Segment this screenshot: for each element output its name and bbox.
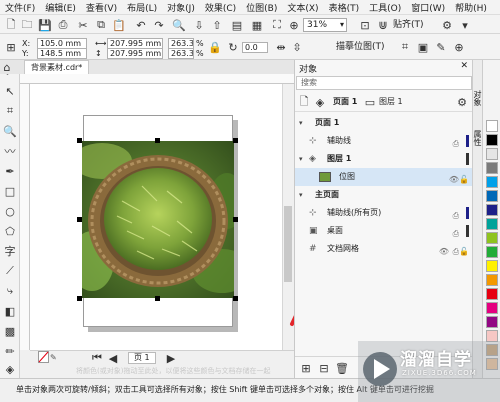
new-layer-icon[interactable]: ⊞ — [299, 361, 313, 375]
tree-label: 文档网格 — [327, 244, 359, 253]
tree-label: 图层 1 — [327, 154, 352, 163]
collapse-arrow-icon[interactable]: ▾ — [299, 150, 303, 168]
objects-search-input[interactable]: 搜索 — [296, 76, 472, 90]
objects-panel-toolbar: 🗋 ◈ 页面 1 ▭ 图层 1 ⚙ — [295, 92, 473, 112]
palette-swatch[interactable] — [486, 218, 498, 230]
layer-small-icon: ▭ — [364, 95, 376, 109]
color-palette — [482, 60, 500, 378]
current-layer-label: 图层 1 — [379, 97, 403, 106]
bitmap-thumbnail-icon — [319, 172, 331, 182]
layer-color-bar — [466, 207, 469, 219]
objects-docker: 对象 ✕ 搜索 🗋 ◈ 页面 1 ▭ 图层 1 ⚙ ▾ 页面 1 ⊹ 辅助线 ⎙… — [294, 60, 473, 378]
desktop-icon: ▣ — [309, 226, 318, 236]
watermark-title: 溜溜自学 — [400, 350, 472, 370]
tree-label: 页面 1 — [315, 118, 340, 127]
search-placeholder: 搜索 — [301, 78, 317, 87]
palette-swatch[interactable] — [486, 260, 498, 272]
tree-label: 辅助线 — [327, 136, 351, 145]
visibility-eye-icon[interactable]: 👁 — [439, 243, 449, 261]
layers-icon[interactable]: ◈ — [313, 95, 327, 109]
collapse-arrow-icon[interactable]: ▾ — [299, 114, 303, 132]
palette-swatch[interactable] — [486, 120, 498, 132]
tree-row-document-grid[interactable]: # 文档网格 👁 ⎙ 🔓 — [295, 240, 473, 258]
tree-label: 主页面 — [315, 190, 339, 199]
palette-swatch[interactable] — [486, 316, 498, 328]
layer-color-bar — [466, 153, 469, 165]
tree-row-bitmap[interactable]: 位图 👁 🔓 — [295, 168, 473, 186]
docker-side-tabs: 对象 属性 — [472, 60, 482, 378]
guides-icon: ⊹ — [309, 208, 317, 218]
palette-swatch[interactable] — [486, 148, 498, 160]
palette-swatch[interactable] — [486, 190, 498, 202]
delete-icon[interactable]: 🗑 — [335, 361, 349, 375]
panel-options-gear-icon[interactable]: ⚙ — [455, 95, 469, 109]
lock-icon[interactable]: 🔓 — [459, 243, 469, 261]
tree-label: 辅助线(所有页) — [327, 208, 382, 217]
tree-row-page1[interactable]: ▾ 页面 1 — [295, 114, 473, 132]
watermark-subtitle: ZIXUE.3D66.COM — [402, 369, 477, 377]
palette-swatch[interactable] — [486, 204, 498, 216]
palette-swatch[interactable] — [486, 288, 498, 300]
print-toggle-icon[interactable]: ⎙ — [453, 243, 459, 261]
tree-row-layer1[interactable]: ▾ ◈ 图层 1 — [295, 150, 473, 168]
grid-icon: # — [309, 244, 317, 254]
new-master-layer-icon[interactable]: ⊟ — [317, 361, 331, 375]
palette-swatch[interactable] — [486, 274, 498, 286]
current-page-label: 页面 1 — [333, 97, 358, 106]
page-icon[interactable]: 🗋 — [297, 95, 311, 109]
tree-row-guides[interactable]: ⊹ 辅助线 ⎙ — [295, 132, 473, 150]
layer-color-bar — [466, 135, 469, 147]
palette-swatch[interactable] — [486, 176, 498, 188]
panel-close-icon[interactable]: ✕ — [460, 61, 468, 71]
tree-row-all-guides[interactable]: ⊹ 辅助线(所有页) ⎙ — [295, 204, 473, 222]
layer-icon: ◈ — [309, 154, 316, 164]
tree-label: 位图 — [339, 172, 355, 181]
palette-swatch[interactable] — [486, 302, 498, 314]
palette-swatch[interactable] — [486, 232, 498, 244]
palette-swatch[interactable] — [486, 246, 498, 258]
tree-row-master-page[interactable]: ▾ 主页面 — [295, 186, 473, 204]
panel-title: 对象 — [299, 65, 318, 75]
layer-color-bar — [466, 225, 469, 237]
palette-swatch[interactable] — [486, 162, 498, 174]
tree-label: 桌面 — [327, 226, 343, 235]
palette-swatch[interactable] — [486, 134, 498, 146]
tree-row-desktop[interactable]: ▣ 桌面 ⎙ — [295, 222, 473, 240]
guides-icon: ⊹ — [309, 136, 317, 146]
collapse-arrow-icon[interactable]: ▾ — [299, 186, 303, 204]
